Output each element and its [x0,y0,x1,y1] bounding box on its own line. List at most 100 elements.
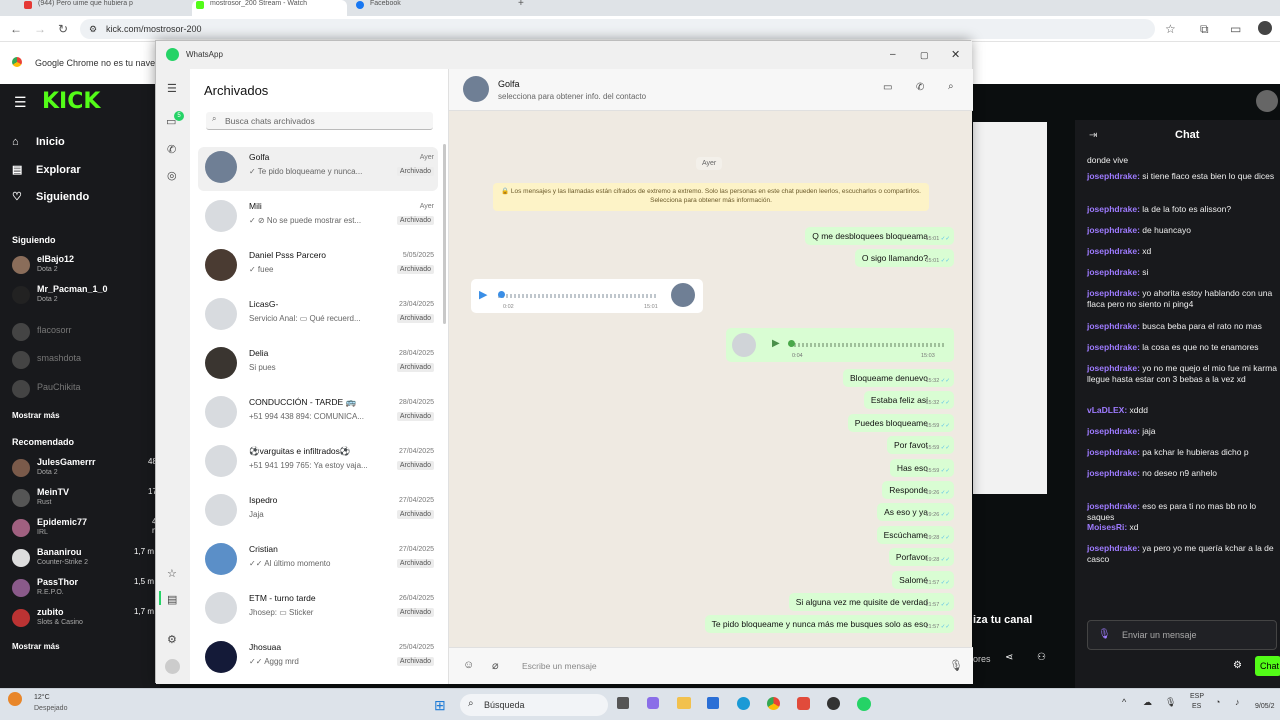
outgoing-message[interactable]: Has eso 15:59 ✓✓ [889,458,954,477]
recommended-channel[interactable]: MeinTV Rust 17 [12,487,162,513]
chat-message[interactable]: josephdrake: yo no me quejo el mio fue m… [1087,363,1277,385]
profile-avatar[interactable] [1258,21,1272,35]
nav-siguiendo[interactable]: ♡ Siguiendo [12,190,89,203]
chat-message[interactable]: josephdrake: la cosa es que no te enamor… [1087,342,1277,353]
chat-row[interactable]: CONDUCCIÓN - TARDE 🚌 28/04/2025 +51 994 43… [198,392,438,436]
chat-row[interactable]: Daniel Psss Parcero 5/05/2025 ✓ fuee Archiv… [198,245,438,289]
chat-row[interactable]: Golfa Ayer ✓ Te pido bloqueame y nunca... A… [198,147,438,191]
waveform[interactable] [498,294,656,298]
promo-text[interactable]: iza tu canal [973,614,1032,626]
chat-send-button[interactable]: Chat [1255,656,1280,676]
outgoing-message[interactable]: Si alguna vez me quisite de verdad 21:57 … [788,593,954,611]
user-avatar[interactable] [1256,90,1278,112]
menu-icon[interactable]: ☰ [167,82,177,95]
chat-username[interactable]: josephdrake [1087,246,1137,256]
language-indicator[interactable]: ESP [1190,693,1204,700]
volume-icon[interactable]: ♪ [1235,697,1240,707]
recommended-channel[interactable]: Bananirou Counter-Strike 2 1,7 m [12,547,162,573]
search-icon[interactable]: ⌕ [948,81,954,92]
kick-logo[interactable]: KICK [42,89,100,114]
chat-row[interactable]: ETM - turno tarde 26/04/2025 Jhosep: ▭ Sti… [198,588,438,632]
chat-username[interactable]: josephdrake [1087,267,1137,277]
task-view-icon[interactable] [617,697,629,709]
play-icon[interactable]: ▶ [772,338,780,349]
wifi-icon[interactable]: ◔ [1215,697,1220,707]
chat-username[interactable]: josephdrake [1087,321,1137,331]
show-more-link[interactable]: Mostrar más [12,642,60,651]
outgoing-message[interactable]: Escúchame 19:28 ✓✓ [876,525,954,544]
office-icon[interactable] [797,697,810,710]
bookmark-star-icon[interactable]: ☆ [1165,22,1176,36]
outgoing-message[interactable]: Bloqueame denuevo 15:32 ✓✓ [843,369,954,387]
browser-tab[interactable]: Facebook [352,0,512,12]
chat-username[interactable]: josephdrake [1087,426,1137,436]
voice-call-icon[interactable]: ✆ [916,82,924,93]
chat-row[interactable]: LicasG- 23/04/2025 Servicio Anal: ▭ Qué re… [198,294,438,338]
chat-username[interactable]: josephdrake [1087,543,1137,553]
microphone-icon[interactable]: 🎙 [1098,629,1111,640]
chat-message[interactable]: josephdrake: ya pero yo me quería kchar … [1087,543,1277,565]
scrollbar[interactable] [443,144,446,324]
chat-message[interactable]: josephdrake: busca beba para el rato no … [1087,321,1277,332]
chat-row[interactable]: Mili Ayer ✓ ⊘ No se puede mostrar est... Ar… [198,196,438,240]
store-icon[interactable] [707,697,719,709]
chat-row[interactable]: Delia 28/04/2025 Si pues Archivado [198,343,438,387]
following-channel[interactable]: PauChikita [12,378,162,404]
browser-tab[interactable]: (944) Pero uime que hubiera p [20,0,190,12]
mic-tray-icon[interactable]: 🎙 [1165,697,1176,708]
following-channel[interactable]: flacosorr [12,321,162,347]
onedrive-icon[interactable]: ☁ [1143,697,1152,708]
file-explorer-icon[interactable] [677,697,691,709]
outgoing-message[interactable]: Por favot 15:59 ✓✓ [886,436,954,455]
tray-chevron-icon[interactable]: ^ [1122,697,1126,707]
outgoing-message[interactable]: Q me desbloquees bloqueama 15:01 ✓✓ [805,227,954,245]
chat-row[interactable]: Cristian 27/04/2025 ✓✓ Al último momento Ar… [198,539,438,583]
chat-row[interactable]: Ispedro 27/04/2025 Jaja Archivado [198,490,438,534]
copilot-icon[interactable] [647,697,659,709]
outgoing-message[interactable]: Te pido bloqueame y nunca más me busques… [704,615,954,634]
chat-message[interactable]: josephdrake: xd [1087,246,1277,257]
seek-handle[interactable] [498,291,505,298]
waveform[interactable] [790,343,946,347]
chat-username[interactable]: josephdrake [1087,363,1137,373]
maximize-icon[interactable]: ▢ [920,41,929,69]
calls-icon[interactable]: ✆ [167,143,176,156]
close-icon[interactable]: ✕ [951,41,960,69]
video-call-icon[interactable]: ▭ [883,82,892,93]
chat-row[interactable]: ⚽varguitas e infiltrados⚽ 27/04/2025 +51 9… [198,441,438,485]
chat-row[interactable]: Jhosuaa 25/04/2025 ✓✓ Aggg mrd Archivado [198,637,438,681]
settings-gear-icon[interactable]: ⚙ [1233,660,1242,671]
chat-message[interactable]: MoisesRi: xd [1087,522,1277,533]
app-icon[interactable] [827,697,840,710]
starred-icon[interactable]: ☆ [167,567,177,580]
taskbar-search[interactable]: ⌕ Búsqueda [460,694,608,716]
weather-icon[interactable] [8,692,22,706]
contact-avatar[interactable] [463,76,489,102]
chat-username[interactable]: josephdrake [1087,171,1137,181]
back-icon[interactable]: ← [10,22,22,36]
chat-message[interactable]: donde vive [1087,155,1277,166]
minimize-icon[interactable]: – [890,41,896,69]
chat-message[interactable]: josephdrake: pa kchar le hubieras dicho … [1087,447,1277,458]
outgoing-message[interactable]: Porfavor 19:28 ✓✓ [888,548,954,567]
chat-message[interactable]: josephdrake: eso es para ti no mas bb no… [1087,501,1277,523]
chat-username[interactable]: josephdrake [1087,342,1137,352]
reload-icon[interactable]: ↻ [58,22,68,36]
chat-username[interactable]: josephdrake [1087,225,1137,235]
chat-message[interactable]: josephdrake: no deseo n9 anhelo [1087,468,1277,479]
chat-username[interactable]: josephdrake [1087,288,1137,298]
recommended-channel[interactable]: Epidemic77IRL4 m [12,517,162,543]
browser-tab-active[interactable]: mostrosor_200 Stream - Watch [192,0,347,16]
menu-icon[interactable]: ☰ [14,94,27,111]
windows-start-icon[interactable]: ⊞ [434,697,446,714]
outgoing-message[interactable]: O sigo llamando? 15:01 ✓✓ [854,249,954,267]
site-info-icon[interactable]: ⚙ [89,19,97,39]
chat-message[interactable]: josephdrake: de huancayo [1087,225,1277,236]
whatsapp-taskbar-icon[interactable] [857,697,871,711]
chat-username[interactable]: josephdrake [1087,501,1137,511]
archive-icon[interactable]: ▤ [167,593,177,606]
chat-message[interactable]: josephdrake: yo ahorita estoy hablando c… [1087,288,1277,310]
encryption-notice[interactable]: 🔒 Los mensajes y las llamadas están cifr… [493,183,929,211]
chat-message[interactable]: josephdrake: si tiene flaco esta bien lo… [1087,171,1277,182]
clock-date[interactable]: 9/05/2 [1255,703,1274,710]
